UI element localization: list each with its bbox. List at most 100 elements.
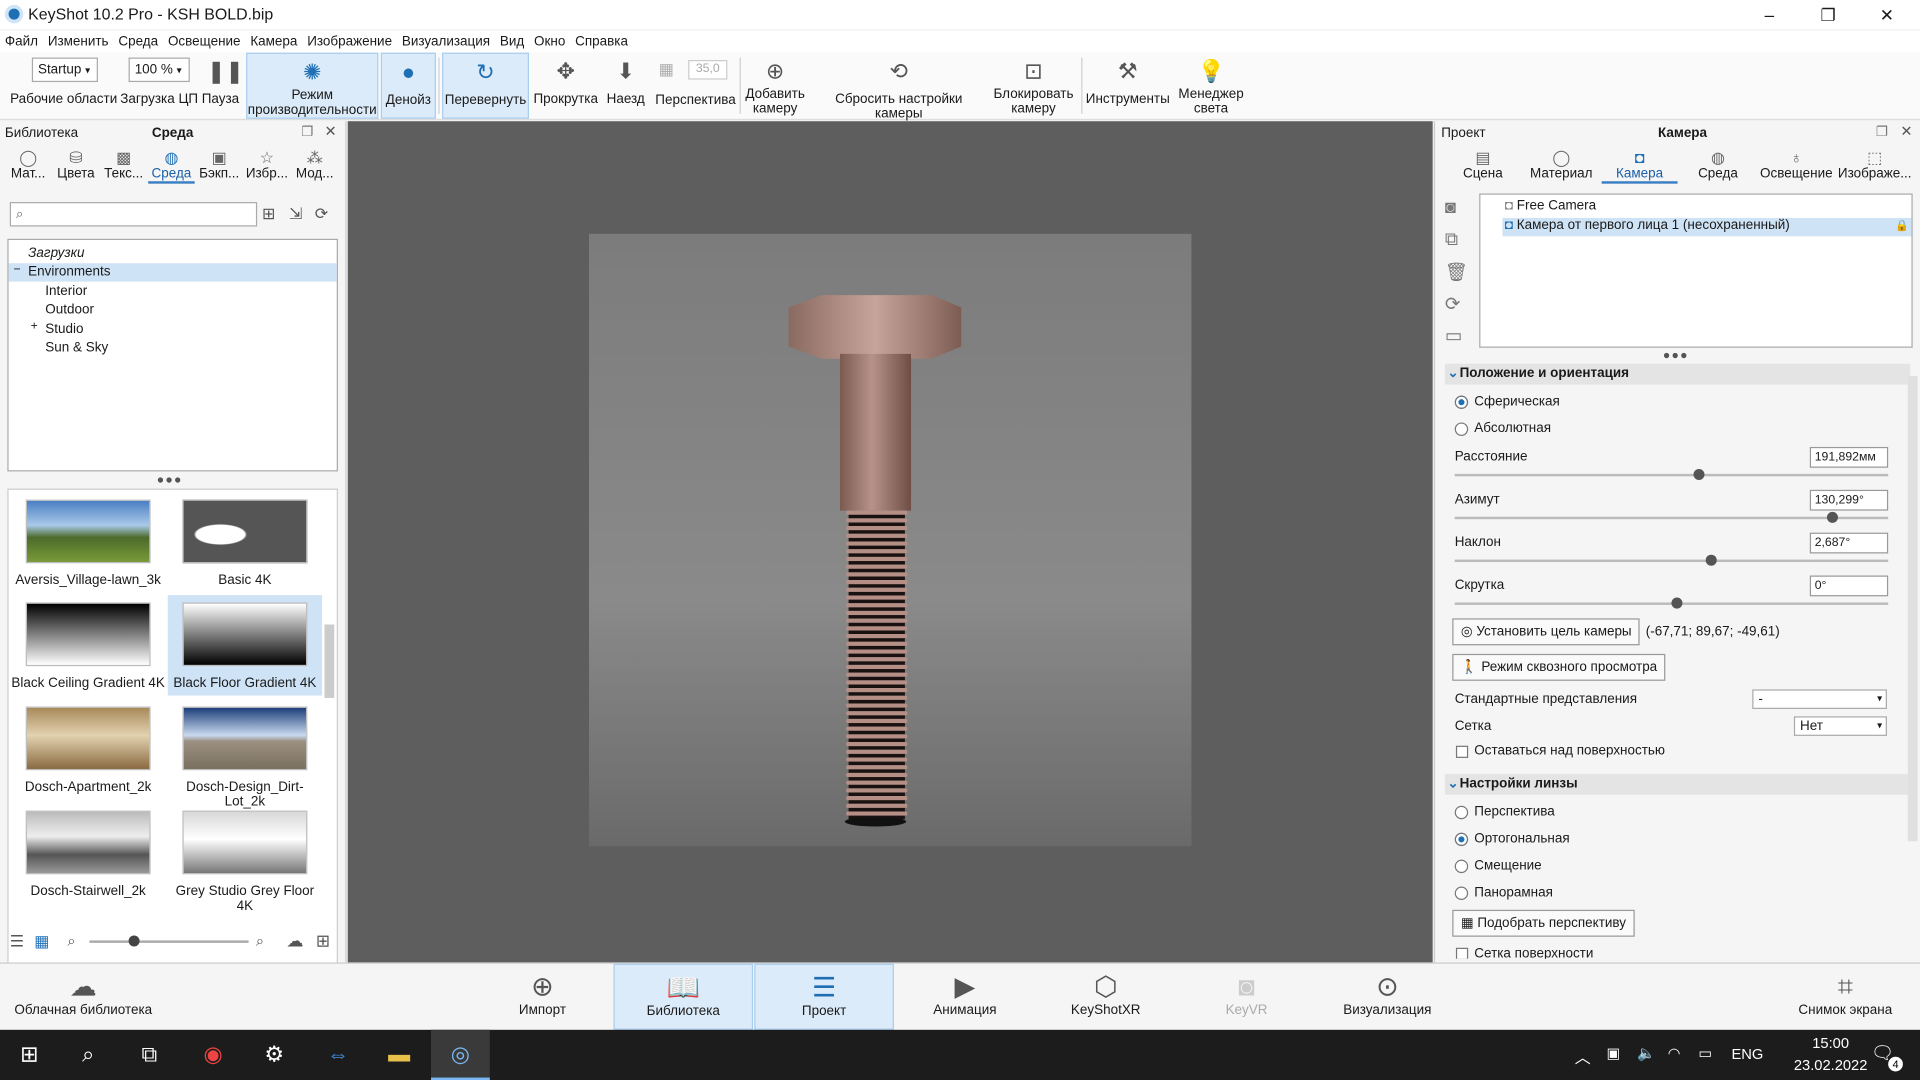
splitter-handle-icon[interactable]: ●●●: [157, 474, 183, 487]
menu-camera[interactable]: Камера: [245, 31, 302, 53]
thumb-black-floor[interactable]: Black Floor Gradient 4K: [167, 595, 323, 696]
light-manager-button[interactable]: 💡 Менеджер света: [1173, 53, 1249, 119]
tumble-button[interactable]: ↻ Перевернуть: [442, 52, 529, 119]
tree-item-interior[interactable]: Interior: [9, 283, 337, 301]
match-perspective-button[interactable]: ▦ Подобрать перспективу: [1452, 909, 1635, 937]
keyshot-taskbar-icon[interactable]: ◎: [431, 1029, 490, 1080]
tab-environment[interactable]: ◍ Среда: [1680, 148, 1756, 181]
menu-image[interactable]: Изображение: [302, 31, 397, 53]
file-explorer-icon[interactable]: ▬: [370, 1030, 429, 1080]
cloud-library-button[interactable]: ☁ Облачная библиотека: [12, 964, 154, 1030]
tab-favorites[interactable]: ☆ Избр...: [244, 148, 291, 181]
add-folder-icon[interactable]: ⊞: [262, 204, 275, 224]
tree-item-studio[interactable]: Studio: [9, 321, 337, 339]
chrome-icon[interactable]: ◉: [184, 1030, 243, 1080]
zoom-out-icon[interactable]: ⌕: [67, 932, 75, 950]
distance-input[interactable]: 191,892мм: [1809, 446, 1889, 468]
camera-add-icon[interactable]: ◙: [1445, 197, 1456, 218]
tab-material[interactable]: ◯ Материал: [1523, 148, 1599, 181]
screenshot-button[interactable]: ⌗ Снимок экрана: [1776, 964, 1916, 1030]
thumb-grey-studio[interactable]: Grey Studio Grey Floor 4K: [168, 803, 322, 913]
library-button[interactable]: 📖 Библиотека: [613, 963, 754, 1030]
thumbnail-size-slider[interactable]: [89, 935, 249, 947]
reset-camera-button[interactable]: ⟲ Сбросить настройки камеры: [812, 53, 986, 121]
menu-lighting[interactable]: Освещение: [163, 31, 245, 53]
thumb-dosch-dirt-lot[interactable]: Dosch-Design_Dirt-Lot_2k: [168, 699, 322, 809]
menu-edit[interactable]: Изменить: [43, 31, 114, 53]
stay-above-checkbox[interactable]: [1455, 745, 1469, 758]
keyshotxr-button[interactable]: ⬡ KeyShotXR: [1036, 964, 1176, 1030]
radio-spherical[interactable]: [1454, 395, 1469, 409]
search-icon[interactable]: ⌕: [59, 1030, 118, 1080]
camera-item-free[interactable]: ◘ Free Camera: [1505, 198, 1596, 213]
clock-time[interactable]: 15:00: [1788, 1035, 1874, 1052]
add-camera-button[interactable]: ⊕ Добавить камеру: [742, 53, 808, 119]
thumb-dosch-apartment[interactable]: Dosch-Apartment_2k: [11, 699, 165, 799]
slider-knob[interactable]: [1693, 468, 1705, 481]
undock-icon[interactable]: ❐: [301, 124, 313, 140]
scrollbar-thumb[interactable]: [324, 624, 335, 698]
expand-icon[interactable]: +: [31, 320, 38, 333]
tab-models[interactable]: ⁂ Мод...: [291, 148, 338, 181]
maximize-button[interactable]: ❐: [1800, 2, 1856, 26]
thumb-black-ceiling[interactable]: Black Ceiling Gradient 4K: [11, 595, 165, 695]
zoom-in-icon[interactable]: ⌕: [256, 932, 264, 950]
dolly-button[interactable]: ⬇ Наезд: [602, 53, 649, 119]
import-folder-icon[interactable]: ⇲: [289, 204, 302, 224]
twist-input[interactable]: 0°: [1809, 575, 1889, 597]
lock-camera-button[interactable]: ⊡ Блокировать камеру: [989, 53, 1077, 119]
thumb-dosch-stairwell[interactable]: Dosch-Stairwell_2k: [11, 803, 165, 903]
tree-item-downloads[interactable]: Загрузки: [9, 245, 337, 263]
pause-button[interactable]: ❚❚ Пауза: [198, 53, 244, 119]
tab-camera[interactable]: ◘ Камера: [1601, 148, 1678, 184]
denoise-button[interactable]: ● Денойз: [380, 52, 436, 119]
keyvr-button[interactable]: ◙ KeyVR: [1177, 964, 1317, 1030]
workspace-select[interactable]: Startup ▾: [31, 57, 98, 83]
close-panel-icon[interactable]: ✕: [324, 122, 336, 139]
perspective-control[interactable]: ▦ 35,0 Перспектива: [654, 53, 737, 119]
slider-knob[interactable]: [1671, 597, 1683, 609]
grid-surface-checkbox[interactable]: [1455, 947, 1469, 959]
render-viewport[interactable]: [347, 121, 1433, 963]
list-view-icon[interactable]: ☰: [10, 932, 24, 952]
trash-icon[interactable]: 🗑: [1445, 261, 1468, 283]
project-button[interactable]: ☰ Проект: [754, 963, 894, 1030]
splitter-handle-icon[interactable]: ●●●: [1663, 349, 1689, 362]
tab-materials[interactable]: ◯ Мат...: [5, 148, 52, 181]
azimuth-input[interactable]: 130,299°: [1809, 489, 1889, 511]
animation-button[interactable]: ▶ Анимация: [895, 964, 1035, 1030]
volume-icon[interactable]: 🔈: [1637, 1044, 1655, 1061]
tree-item-sun-sky[interactable]: Sun & Sky: [9, 339, 337, 357]
close-button[interactable]: ✕: [1859, 2, 1915, 26]
camera-duplicate-icon[interactable]: ⧉: [1445, 229, 1458, 250]
tab-environments[interactable]: ◍ Среда: [148, 148, 195, 184]
tray-chevron-icon[interactable]: ︿: [1575, 1044, 1591, 1067]
search-input[interactable]: ⌕: [9, 202, 258, 227]
camera-item-first-person[interactable]: ◘ Камера от первого лица 1 (несохраненны…: [1502, 217, 1912, 237]
language-indicator[interactable]: ENG: [1731, 1046, 1763, 1063]
keyboard-icon[interactable]: ▭: [1698, 1044, 1712, 1061]
close-panel-icon[interactable]: ✕: [1900, 122, 1912, 139]
undock-icon[interactable]: ❐: [1876, 124, 1888, 140]
scrollbar[interactable]: [1907, 375, 1918, 842]
perspective-input[interactable]: 35,0: [688, 60, 728, 80]
radio-panoramic[interactable]: [1454, 886, 1469, 901]
import-button[interactable]: ⊕ Импорт: [473, 964, 613, 1030]
thumb-aversis[interactable]: Aversis_Village-lawn_3k: [11, 492, 165, 592]
tab-textures[interactable]: ▩ Текс...: [100, 148, 147, 181]
set-target-button[interactable]: ◎ Установить цель камеры: [1452, 618, 1641, 646]
menu-view[interactable]: Вид: [495, 31, 529, 53]
walkthrough-button[interactable]: 🚶 Режим сквозного просмотра: [1452, 653, 1666, 681]
refresh-icon[interactable]: ⟳: [315, 204, 328, 224]
thumb-basic[interactable]: Basic 4K: [168, 492, 322, 592]
grid-view-icon[interactable]: ▦: [34, 932, 49, 952]
minimize-button[interactable]: –: [1741, 2, 1797, 26]
render-button[interactable]: ⊙ Визуализация: [1318, 964, 1458, 1030]
menu-render[interactable]: Визуализация: [397, 31, 495, 53]
distance-slider[interactable]: [1454, 468, 1889, 481]
menu-help[interactable]: Справка: [570, 31, 633, 53]
slider-knob[interactable]: [1827, 511, 1839, 523]
menu-window[interactable]: Окно: [529, 31, 570, 53]
menu-environment[interactable]: Среда: [113, 31, 163, 53]
azimuth-slider[interactable]: [1454, 511, 1889, 523]
